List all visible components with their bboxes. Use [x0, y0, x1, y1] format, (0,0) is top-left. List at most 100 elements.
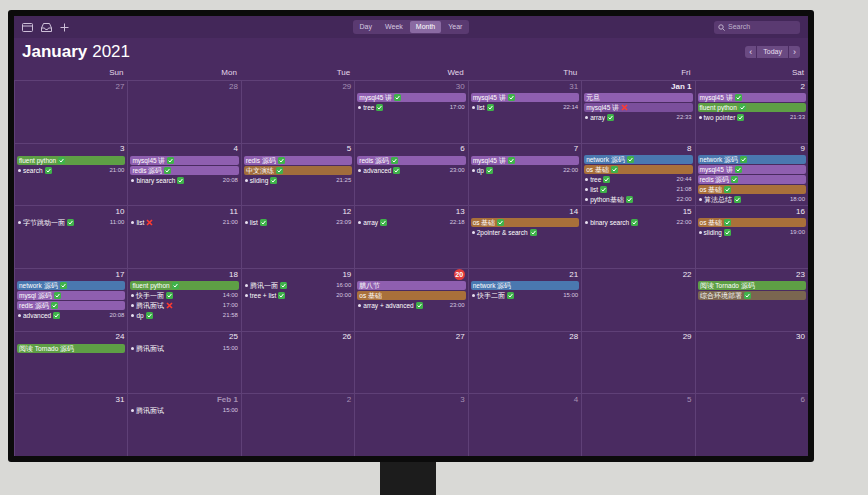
day-cell[interactable]: Feb 1腾讯面试15:00 [127, 393, 240, 456]
timed-event[interactable]: array22:18 [357, 218, 465, 227]
timed-event[interactable]: advanced23:00 [357, 166, 465, 175]
all-day-event[interactable]: network 源码 [698, 155, 806, 164]
timed-event[interactable]: search21:00 [17, 166, 125, 175]
all-day-event[interactable]: 综合环境部署 [698, 291, 806, 300]
all-day-event[interactable]: os 基础 [584, 165, 692, 174]
day-cell[interactable]: 20腊八节os 基础array + advanced23:00 [354, 268, 467, 331]
all-day-event[interactable]: network 源码 [584, 155, 692, 164]
all-day-event[interactable]: mysql45 讲 [698, 165, 806, 174]
view-tab[interactable]: Month [410, 21, 441, 33]
all-day-event[interactable]: mysql45 讲 [584, 103, 692, 112]
day-cell[interactable]: 8network 源码os 基础tree20:44list21:08python… [581, 143, 694, 206]
timed-event[interactable]: sliding21:25 [244, 176, 352, 185]
timed-event[interactable]: 腾讯面试15:00 [130, 406, 238, 415]
day-cell[interactable]: 15binary search22:00 [581, 205, 694, 268]
timed-event[interactable]: binary search20:08 [130, 176, 238, 185]
timed-event[interactable]: tree20:44 [584, 175, 692, 184]
day-cell[interactable]: 27 [14, 80, 127, 143]
view-tab[interactable]: Day [354, 21, 378, 33]
all-day-event[interactable]: mysql 源码 [17, 291, 125, 300]
timed-event[interactable]: 算法总结18:00 [698, 195, 806, 204]
all-day-event[interactable]: redis 源码 [698, 175, 806, 184]
all-day-event[interactable]: os 基础 [471, 218, 579, 227]
all-day-event[interactable]: 元旦 [584, 93, 692, 102]
timed-event[interactable]: list23:09 [244, 218, 352, 227]
day-cell[interactable]: 24阅读 Tornado 源码 [14, 331, 127, 394]
day-cell[interactable]: 31 [14, 393, 127, 456]
timed-event[interactable]: dp22:00 [471, 166, 579, 175]
day-cell[interactable]: 9network 源码mysql45 讲redis 源码os 基础算法总结18:… [695, 143, 808, 206]
all-day-event[interactable]: os 基础 [698, 185, 806, 194]
timed-event[interactable]: 腾讯面试15:00 [130, 344, 238, 353]
day-cell[interactable]: 19腾讯一面16:00tree + list20:00 [241, 268, 354, 331]
day-cell[interactable]: 23阅读 Tornado 源码综合环境部署 [695, 268, 808, 331]
timed-event[interactable]: sliding19:00 [698, 228, 806, 237]
day-cell[interactable]: 16os 基础sliding19:00 [695, 205, 808, 268]
day-cell[interactable]: 7mysql45 讲dp22:00 [468, 143, 581, 206]
timed-event[interactable]: list21:00 [130, 218, 238, 227]
all-day-event[interactable]: mysql45 讲 [130, 156, 238, 165]
next-button[interactable]: › [789, 46, 800, 58]
day-cell[interactable]: 12list23:09 [241, 205, 354, 268]
all-day-event[interactable]: mysql45 讲 [471, 93, 579, 102]
all-day-event[interactable]: mysql45 讲 [471, 156, 579, 165]
search-field[interactable] [714, 21, 800, 34]
today-button[interactable]: Today [757, 46, 788, 58]
day-cell[interactable]: 6 [695, 393, 808, 456]
day-cell[interactable]: 28 [127, 80, 240, 143]
all-day-event[interactable]: fluent python [17, 156, 125, 165]
day-cell[interactable]: 30mysql45 讲tree17:00 [354, 80, 467, 143]
timed-event[interactable]: 快手二面15:00 [471, 291, 579, 300]
all-day-event[interactable]: redis 源码 [17, 301, 125, 310]
timed-event[interactable]: 2pointer & search [471, 228, 579, 237]
search-input[interactable] [728, 22, 796, 33]
day-cell[interactable]: 25腾讯面试15:00 [127, 331, 240, 394]
day-cell[interactable]: 10字节跳动一面11:00 [14, 205, 127, 268]
day-cell[interactable]: 22 [581, 268, 694, 331]
all-day-event[interactable]: os 基础 [357, 291, 465, 300]
all-day-event[interactable]: network 源码 [471, 281, 579, 290]
day-cell[interactable]: 26 [241, 331, 354, 394]
day-cell[interactable]: 30 [695, 331, 808, 394]
day-cell[interactable]: 2 [241, 393, 354, 456]
timed-event[interactable]: advanced20:08 [17, 311, 125, 320]
all-day-event[interactable]: mysql45 讲 [698, 93, 806, 102]
all-day-event[interactable]: redis 源码 [130, 166, 238, 175]
all-day-event[interactable]: fluent python [130, 281, 238, 290]
day-cell[interactable]: 27 [354, 331, 467, 394]
all-day-event[interactable]: 阅读 Tornado 源码 [17, 344, 125, 353]
view-tab[interactable]: Week [379, 21, 409, 33]
all-day-event[interactable]: os 基础 [698, 218, 806, 227]
timed-event[interactable]: 字节跳动一面11:00 [17, 218, 125, 227]
all-day-event[interactable]: mysql45 讲 [357, 93, 465, 102]
day-cell[interactable]: 5redis 源码中文演练sliding21:25 [241, 143, 354, 206]
day-cell[interactable]: 3 [354, 393, 467, 456]
day-cell[interactable]: Jan 1元旦mysql45 讲array22:33 [581, 80, 694, 143]
day-cell[interactable]: 2mysql45 讲fluent pythontwo pointer21:33 [695, 80, 808, 143]
timed-event[interactable]: tree17:00 [357, 103, 465, 112]
day-cell[interactable]: 31mysql45 讲list22:14 [468, 80, 581, 143]
day-cell[interactable]: 29 [581, 331, 694, 394]
timed-event[interactable]: list21:08 [584, 185, 692, 194]
all-day-event[interactable]: redis 源码 [244, 156, 352, 165]
timed-event[interactable]: 腾讯面试17:00 [130, 301, 238, 310]
day-cell[interactable]: 13array22:18 [354, 205, 467, 268]
day-cell[interactable]: 29 [241, 80, 354, 143]
day-cell[interactable]: 11list21:00 [127, 205, 240, 268]
all-day-event[interactable]: 中文演练 [244, 166, 352, 175]
timed-event[interactable]: array22:33 [584, 113, 692, 122]
all-day-event[interactable]: 阅读 Tornado 源码 [698, 281, 806, 290]
day-cell[interactable]: 21network 源码快手二面15:00 [468, 268, 581, 331]
all-day-event[interactable]: fluent python [698, 103, 806, 112]
day-cell[interactable]: 14os 基础2pointer & search [468, 205, 581, 268]
day-cell[interactable]: 5 [581, 393, 694, 456]
day-cell[interactable]: 28 [468, 331, 581, 394]
day-cell[interactable]: 17network 源码mysql 源码redis 源码advanced20:0… [14, 268, 127, 331]
timed-event[interactable]: two pointer21:33 [698, 113, 806, 122]
timed-event[interactable]: 快手一面14:00 [130, 291, 238, 300]
timed-event[interactable]: dp21:58 [130, 311, 238, 320]
timed-event[interactable]: 腾讯一面16:00 [244, 281, 352, 290]
day-cell[interactable]: 6redis 源码advanced23:00 [354, 143, 467, 206]
day-cell[interactable]: 3fluent pythonsearch21:00 [14, 143, 127, 206]
all-day-event[interactable]: network 源码 [17, 281, 125, 290]
